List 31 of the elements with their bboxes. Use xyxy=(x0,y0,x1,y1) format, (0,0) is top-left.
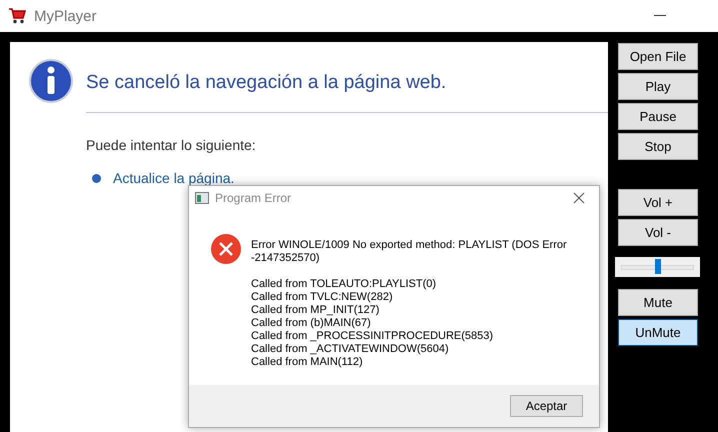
call-trace-line: Called from _ACTIVATEWINDOW(5604) xyxy=(251,343,450,356)
suggestion-link[interactable]: Actualice la página. xyxy=(113,170,234,186)
volume-slider[interactable] xyxy=(615,257,700,277)
player-button[interactable]: Vol + xyxy=(618,189,698,216)
call-trace-line: Called from MP_INIT(127) xyxy=(251,304,380,317)
minimize-icon[interactable] xyxy=(654,15,666,17)
call-trace-line: Called from _PROCESSINITPROCEDURE(5853) xyxy=(251,330,494,343)
call-trace-line: Called from TVLC:NEW(282) xyxy=(251,291,394,304)
player-button[interactable]: Pause xyxy=(618,103,698,130)
accept-button[interactable]: Aceptar xyxy=(510,395,583,417)
close-icon[interactable] xyxy=(573,192,585,204)
info-icon xyxy=(28,58,74,104)
call-trace-line: Called from TOLEAUTO:PLAYLIST(0) xyxy=(251,278,438,291)
error-icon xyxy=(211,234,241,264)
player-button[interactable]: Play xyxy=(618,73,698,100)
player-button[interactable]: Stop xyxy=(618,133,698,160)
bullet-icon xyxy=(92,174,101,182)
app-window-icon xyxy=(195,192,209,204)
slider-thumb[interactable] xyxy=(654,259,660,274)
window-title: MyPlayer xyxy=(34,8,98,24)
player-button[interactable]: UnMute xyxy=(618,319,698,346)
player-button[interactable]: Mute xyxy=(618,289,698,316)
error-message: Error WINOLE/1009 No exported method: PLAYLIST (DOS Error -2147352570) xyxy=(251,239,568,265)
call-trace-line: Called from MAIN(112) xyxy=(251,356,364,369)
player-button[interactable]: Open File xyxy=(618,43,698,70)
intro-text: Puede intentar lo siguiente: xyxy=(86,137,257,153)
player-button[interactable]: Vol - xyxy=(618,219,698,246)
page-heading: Se canceló la navegación a la página web. xyxy=(86,72,448,94)
dialog-title: Program Error xyxy=(215,191,292,205)
shopping-cart-icon xyxy=(8,8,26,24)
call-trace-line: Called from (b)MAIN(67) xyxy=(251,317,372,330)
